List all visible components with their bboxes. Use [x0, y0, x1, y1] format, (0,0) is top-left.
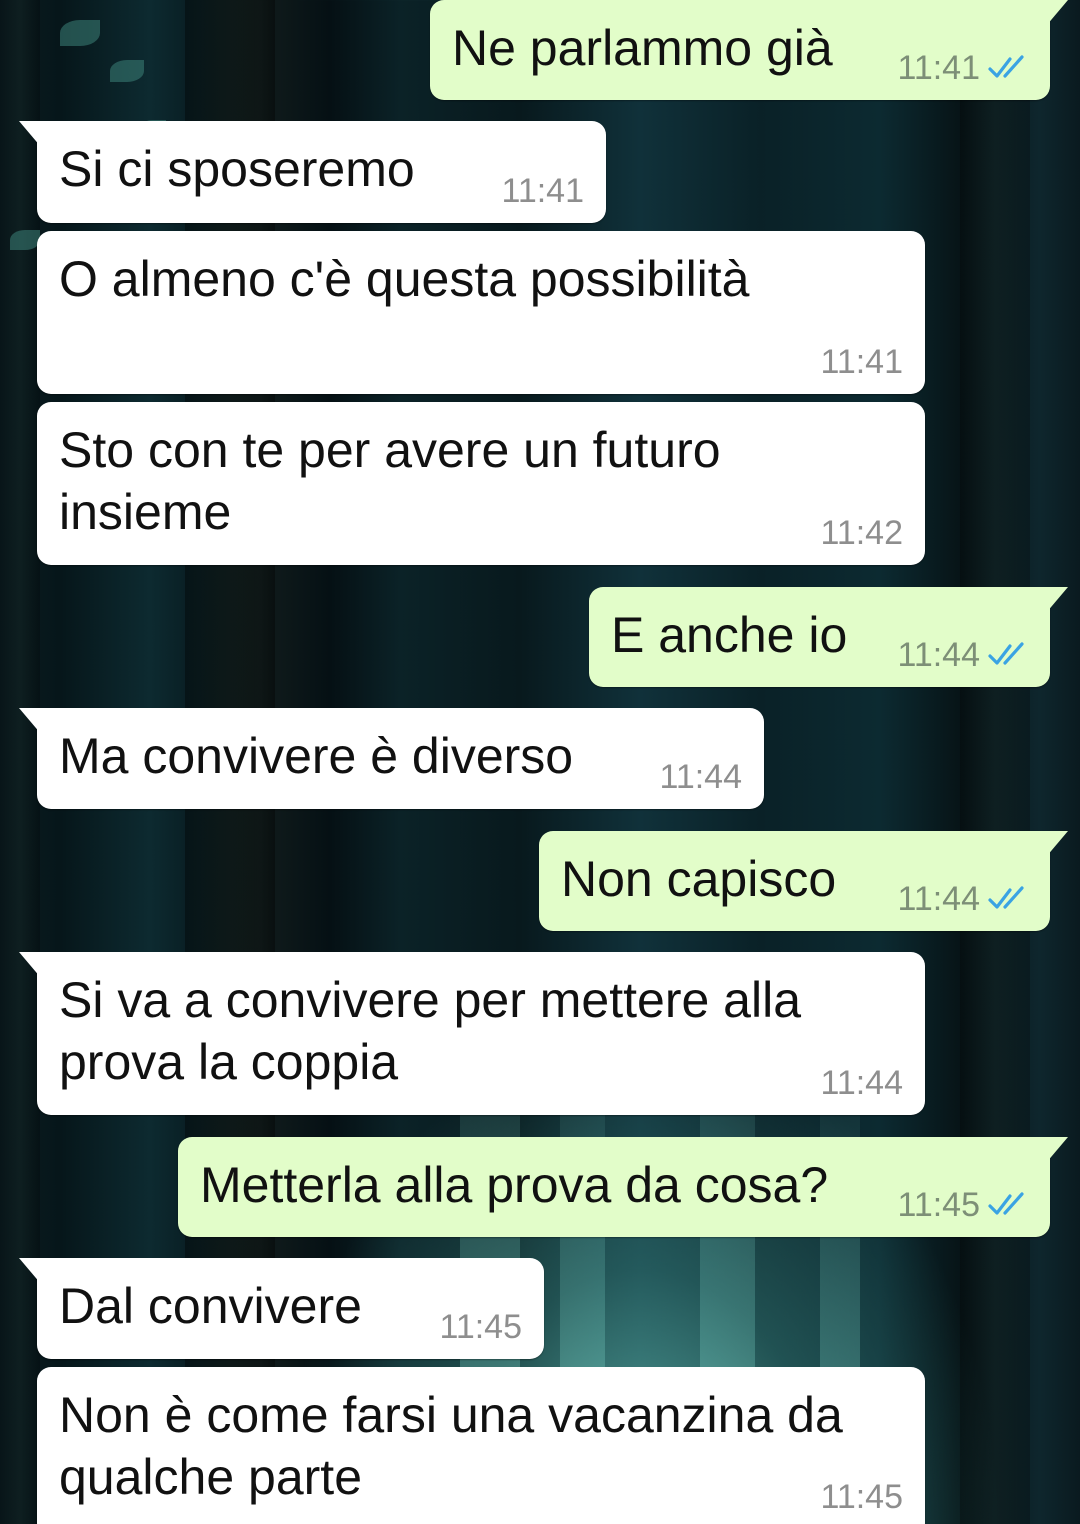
- message-timestamp: 11:41: [897, 49, 980, 87]
- message-meta: 11:41: [501, 171, 584, 211]
- message-meta: 11:44: [897, 635, 1030, 675]
- message-text: Non è come farsi una vacanzina da qualch…: [59, 1387, 843, 1505]
- message-bubble-outgoing[interactable]: E anche io 11:44: [589, 587, 1068, 687]
- message-text: Dal convivere: [59, 1278, 362, 1334]
- bubble-tail: [19, 952, 41, 978]
- message-meta: 11:45: [897, 1185, 1030, 1225]
- message-timestamp: 11:42: [820, 514, 903, 552]
- message-meta: 11:44: [820, 1063, 903, 1103]
- message-meta: 11:45: [820, 1477, 903, 1517]
- message-meta: 11:44: [659, 757, 742, 797]
- message-bubble-incoming[interactable]: Si va a convivere per mettere alla prova…: [19, 952, 925, 1115]
- message-text: Si va a convivere per mettere alla prova…: [59, 972, 802, 1090]
- message-bubble-incoming[interactable]: Non è come farsi una vacanzina da qualch…: [37, 1367, 925, 1524]
- message-bubble-incoming[interactable]: Sto con te per avere un futuro insieme 1…: [37, 402, 925, 565]
- message-bubble-outgoing[interactable]: Metterla alla prova da cosa? 11:45: [178, 1137, 1068, 1237]
- message-bubble-incoming[interactable]: Dal convivere 11:45: [19, 1258, 544, 1359]
- bubble-tail: [1046, 831, 1068, 857]
- message-timestamp: 11:44: [897, 880, 980, 918]
- bubble-tail: [19, 1258, 41, 1284]
- read-ticks-icon: [988, 642, 1024, 665]
- message-bubble-incoming[interactable]: Ma convivere è diverso 11:44: [19, 708, 764, 809]
- message-timestamp: 11:44: [820, 1064, 903, 1102]
- message-meta: 11:44: [897, 879, 1030, 919]
- message-text: Metterla alla prova da cosa?: [200, 1157, 829, 1213]
- bubble-tail: [19, 708, 41, 734]
- message-meta: 11:41: [820, 342, 903, 382]
- read-ticks-icon: [988, 1192, 1024, 1215]
- bubble-tail: [1046, 1137, 1068, 1163]
- message-bubble-incoming[interactable]: Si ci sposeremo 11:41: [19, 121, 606, 223]
- bubble-tail: [1046, 587, 1068, 613]
- message-timestamp: 11:45: [439, 1308, 522, 1346]
- message-timestamp: 11:44: [897, 636, 980, 674]
- message-text: E anche io: [611, 607, 848, 663]
- message-timestamp: 11:44: [659, 758, 742, 796]
- message-bubble-outgoing[interactable]: Non capisco 11:44: [539, 831, 1068, 931]
- message-timestamp: 11:45: [897, 1186, 980, 1224]
- read-ticks-icon: [988, 55, 1024, 78]
- message-meta: 11:42: [820, 513, 903, 553]
- message-text: O almeno c'è questa possibilità: [59, 251, 750, 307]
- message-bubble-incoming[interactable]: O almeno c'è questa possibilità 11:41: [37, 231, 925, 394]
- bubble-tail: [19, 121, 41, 147]
- message-bubble-outgoing[interactable]: Ne parlammo già 11:41: [430, 0, 1068, 100]
- message-timestamp: 11:41: [820, 343, 903, 381]
- bubble-tail: [1046, 0, 1068, 26]
- message-meta: 11:45: [439, 1307, 522, 1347]
- message-text: Ne parlammo già: [452, 20, 833, 76]
- message-meta: 11:41: [897, 48, 1030, 88]
- message-text: Si ci sposeremo: [59, 141, 415, 197]
- message-text: Non capisco: [561, 851, 837, 907]
- read-ticks-icon: [988, 886, 1024, 909]
- message-timestamp: 11:41: [501, 172, 584, 210]
- message-timestamp: 11:45: [820, 1478, 903, 1516]
- message-text: Sto con te per avere un futuro insieme: [59, 422, 721, 540]
- message-text: Ma convivere è diverso: [59, 728, 574, 784]
